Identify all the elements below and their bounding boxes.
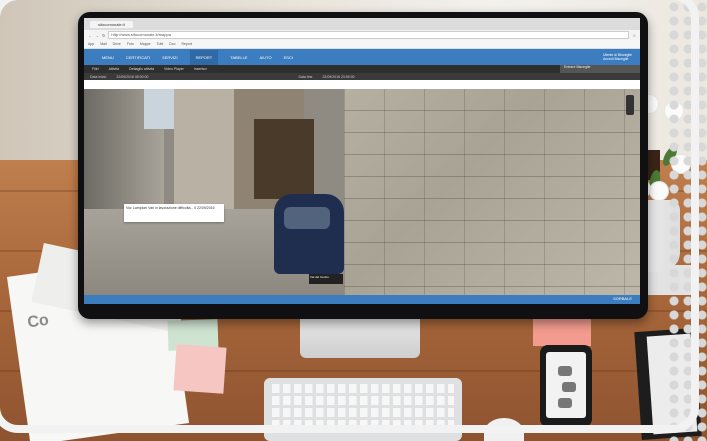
rounded-frame (0, 0, 699, 433)
desk-photo: Co sitocomunale.it ← → ↻ http://www.sito… (0, 0, 707, 441)
